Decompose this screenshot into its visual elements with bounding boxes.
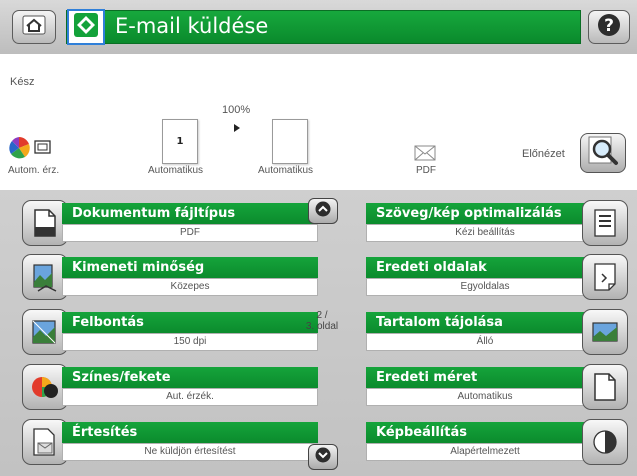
- page-indicator: 2 / 3. oldal: [300, 310, 344, 332]
- page-indicator-line1: 2 /: [316, 310, 328, 321]
- setting-resolution[interactable]: Felbontás 150 dpi: [22, 309, 318, 355]
- color-auto-detect-icon: [8, 135, 54, 161]
- content-orientation-icon[interactable]: [582, 309, 628, 355]
- start-button[interactable]: [67, 9, 105, 45]
- setting-image-adjust[interactable]: Képbeállítás Alapértelmezett: [366, 419, 628, 465]
- front-page-thumbnail[interactable]: 1: [162, 119, 198, 164]
- next-page-arrow-icon[interactable]: [234, 124, 240, 132]
- page-title: E-mail küldése: [115, 14, 269, 38]
- magnifier-icon: [586, 135, 620, 171]
- setting-label: Értesítés: [62, 422, 318, 443]
- chevron-up-icon: [313, 201, 333, 221]
- setting-content-orientation[interactable]: Tartalom tájolása Álló: [366, 309, 628, 355]
- setting-value: Álló: [366, 333, 604, 351]
- preview-button[interactable]: [580, 133, 626, 173]
- setting-notification[interactable]: Értesítés Ne küldjön értesítést: [22, 419, 318, 465]
- help-icon: ?: [596, 12, 622, 42]
- start-diamond-icon: [73, 12, 99, 42]
- setting-value: Aut. érzék.: [62, 388, 318, 406]
- setting-value: Egyoldalas: [366, 278, 604, 296]
- chevron-down-icon: [313, 447, 333, 467]
- front-page-label: Automatikus: [148, 165, 204, 176]
- setting-output-quality[interactable]: Kimeneti minőség Közepes: [22, 254, 318, 300]
- back-page-label: Automatikus: [258, 165, 314, 176]
- home-button[interactable]: [12, 10, 56, 44]
- help-button[interactable]: ?: [588, 10, 630, 44]
- setting-value: Ne küldjön értesítést: [62, 443, 318, 461]
- title-bar: E-mail küldése: [66, 9, 581, 45]
- scroll-up-button[interactable]: [308, 198, 338, 224]
- status-text: Kész: [10, 76, 35, 88]
- setting-original-sides[interactable]: Eredeti oldalak Egyoldalas: [366, 254, 628, 300]
- setting-value: PDF: [62, 224, 318, 242]
- setting-original-size[interactable]: Eredeti méret Automatikus: [366, 364, 628, 410]
- header-bar: E-mail küldése ?: [0, 0, 637, 54]
- text-image-optimize-icon[interactable]: [582, 200, 628, 246]
- setting-label: Szöveg/kép optimalizálás: [366, 203, 604, 224]
- setting-document-file-type[interactable]: Dokumentum fájltípus PDF: [22, 200, 318, 246]
- setting-value: 150 dpi: [62, 333, 318, 351]
- file-type-label: PDF: [416, 165, 436, 176]
- setting-label: Tartalom tájolása: [366, 312, 604, 333]
- setting-value: Kézi beállítás: [366, 224, 604, 242]
- image-adjust-icon[interactable]: [582, 419, 628, 465]
- setting-value: Automatikus: [366, 388, 604, 406]
- setting-value: Közepes: [62, 278, 318, 296]
- setting-text-image-optimize[interactable]: Szöveg/kép optimalizálás Kézi beállítás: [366, 200, 628, 246]
- back-page-thumbnail[interactable]: [272, 119, 308, 164]
- original-sides-icon[interactable]: [582, 254, 628, 300]
- svg-text:?: ?: [604, 16, 614, 36]
- original-size-icon[interactable]: [582, 364, 628, 410]
- setting-label: Eredeti méret: [366, 367, 604, 388]
- setting-label: Kimeneti minőség: [62, 257, 318, 278]
- setting-label: Eredeti oldalak: [366, 257, 604, 278]
- envelope-icon: [414, 144, 436, 162]
- scroll-down-button[interactable]: [308, 444, 338, 470]
- setting-label: Felbontás: [62, 312, 318, 333]
- setting-value: Alapértelmezett: [366, 443, 604, 461]
- setting-label: Dokumentum fájltípus: [62, 203, 318, 224]
- page-number: 1: [176, 136, 184, 147]
- color-mode-label: Autom. érz.: [8, 165, 60, 176]
- setting-label: Képbeállítás: [366, 422, 604, 443]
- zoom-level: 100%: [222, 104, 251, 116]
- preview-label: Előnézet: [522, 148, 565, 160]
- home-icon: [22, 15, 46, 39]
- page-indicator-line2: 3. oldal: [305, 321, 339, 332]
- setting-color-black[interactable]: Színes/fekete Aut. érzék.: [22, 364, 318, 410]
- setting-label: Színes/fekete: [62, 367, 318, 388]
